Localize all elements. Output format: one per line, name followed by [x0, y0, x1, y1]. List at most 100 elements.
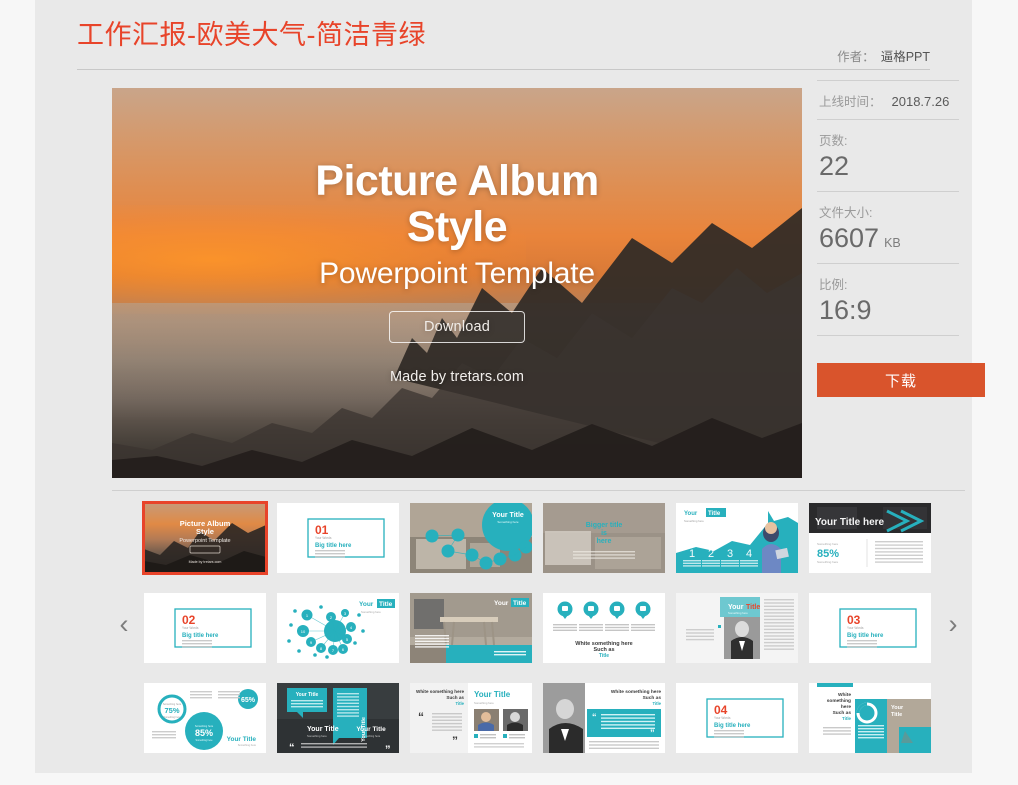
svg-text:Title: Title: [599, 653, 609, 659]
svg-text:Something here: Something here: [497, 520, 519, 524]
author-info: 作者： 逼格PPT: [837, 46, 930, 65]
slide-two-portraits-quote[interactable]: White something here Such as Title “ ” Y…: [410, 683, 532, 753]
svg-text:02: 02: [182, 613, 196, 627]
svg-text:Made by tretars.com: Made by tretars.com: [189, 560, 222, 564]
svg-text:“: “: [592, 712, 597, 722]
svg-text:85%: 85%: [817, 548, 839, 560]
hero-title-line1: Picture Album: [315, 157, 599, 205]
slide-section-02[interactable]: 02 Your Words Big title here: [144, 593, 266, 663]
svg-text:Title: Title: [455, 701, 464, 706]
slide-donut-interior[interactable]: White something here Such as Title Your …: [809, 683, 931, 753]
svg-text:Your Words: Your Words: [714, 716, 731, 720]
aspect-ratio-label: 比例:: [819, 278, 848, 293]
svg-text:Your Words: Your Words: [315, 536, 332, 540]
slide-network-photo[interactable]: Your Title Something here: [410, 503, 532, 573]
hero-download-button[interactable]: Download: [388, 310, 526, 343]
slide-section-01[interactable]: 01 Your Words Big title here: [277, 503, 399, 573]
slide-percent-85[interactable]: Your Title here Something here 85% Somet…: [809, 503, 931, 573]
svg-text:Title: Title: [379, 601, 393, 608]
svg-text:”: ”: [452, 734, 458, 748]
file-size-unit: KB: [884, 236, 901, 251]
content-panel: 工作汇报-欧美大气-简洁青绿 作者： 逼格PPT Picture Album St…: [35, 0, 985, 773]
file-size-label: 文件大小:: [819, 206, 873, 221]
slide-steps-1234[interactable]: Your Title Something here 1 2 3 4: [676, 503, 798, 573]
svg-text:Something here: Something here: [361, 610, 381, 614]
svg-text:Something here: Something here: [362, 734, 381, 738]
svg-text:Title: Title: [708, 511, 721, 517]
metadata-sidebar: 上线时间： 2018.7.26 页数: 22 文件大小: 6607 KB 比例: …: [817, 80, 959, 337]
slide-section-03[interactable]: 03 Your Words Big title here: [809, 593, 931, 663]
page-count-label: 页数:: [819, 134, 848, 148]
slide-interior-photo[interactable]: Your Title: [410, 593, 532, 663]
svg-text:Something here: Something here: [728, 611, 748, 615]
slide-bigger-title-here[interactable]: Bigger title is here: [543, 503, 665, 573]
slide-four-icons[interactable]: White something here Such as Title: [543, 593, 665, 663]
carousel-prev-icon[interactable]: ‹: [112, 608, 136, 640]
svg-text:Your Title here: Your Title here: [815, 517, 885, 528]
slide-preview-image[interactable]: Picture Album Style Powerpoint Template …: [112, 88, 802, 478]
svg-text:Your Title: Your Title: [227, 736, 257, 743]
svg-text:Bigger title: Bigger title: [586, 522, 623, 529]
svg-text:White something here: White something here: [416, 689, 464, 694]
svg-text:Something here: Something here: [684, 519, 704, 523]
svg-text:Your Title: Your Title: [492, 512, 524, 519]
meta-publish-date: 上线时间： 2018.7.26: [817, 81, 959, 119]
slide-mindmap[interactable]: 1 2 3 4 5 6 7 8 9 10 Your Title Something here: [277, 593, 399, 663]
slide-portrait-teal-quote[interactable]: White something here Such as Title “ ”: [543, 683, 665, 753]
slide-dark-quote-panels[interactable]: Your Title Your Title Your Title Somethi…: [277, 683, 399, 753]
page-title: 工作汇报-欧美大气-简洁青绿: [77, 20, 426, 50]
slide-section-04[interactable]: 04 Your Words Big title here: [676, 683, 798, 753]
svg-text:Powerpoint Template: Powerpoint Template: [179, 538, 230, 544]
header-divider: [77, 69, 930, 70]
svg-text:here: here: [597, 538, 612, 545]
svg-text:Title: Title: [513, 600, 527, 607]
svg-text:Your: Your: [891, 705, 904, 711]
meta-file-size: 文件大小: 6607 KB: [817, 192, 959, 263]
svg-text:75%: 75%: [164, 706, 179, 715]
svg-text:White something here: White something here: [611, 689, 661, 695]
slide-cover-picture-album[interactable]: Picture Album Style Powerpoint Template …: [142, 501, 268, 575]
author-name: 逼格PPT: [880, 50, 930, 64]
thumbnail-grid: Picture Album Style Powerpoint Template …: [142, 501, 934, 753]
download-button[interactable]: 下载: [817, 363, 985, 397]
svg-text:“: “: [289, 742, 295, 753]
svg-text:something: something: [827, 698, 851, 704]
page-header: 工作汇报-欧美大气-简洁青绿 作者： 逼格PPT: [77, 18, 930, 64]
meta-aspect-ratio: 比例: 16:9: [817, 264, 959, 335]
svg-text:Your Title: Your Title: [307, 726, 339, 733]
svg-text:Your: Your: [494, 600, 509, 607]
publish-date-label: 上线时间：: [819, 95, 882, 109]
thumbnail-divider: [112, 490, 965, 491]
svg-text:Your: Your: [359, 601, 374, 608]
svg-text:Your: Your: [728, 604, 744, 611]
svg-text:Something here: Something here: [164, 716, 182, 719]
thumbnail-carousel: ‹ › Picture Album Style Powerpoint Templ…: [112, 500, 965, 760]
page-count-value: 22: [819, 151, 850, 181]
svg-text:04: 04: [714, 703, 728, 717]
svg-text:Something here: Something here: [817, 542, 839, 546]
carousel-next-icon[interactable]: ›: [941, 608, 965, 640]
meta-page-count: 页数: 22: [817, 120, 959, 191]
meta-divider-5: [817, 335, 959, 337]
slide-magazine-portrait[interactable]: Your Title Something here: [676, 593, 798, 663]
svg-text:Big title here: Big title here: [315, 543, 352, 549]
svg-text:4: 4: [746, 548, 752, 560]
svg-text:Something here: Something here: [307, 734, 327, 738]
svg-text:“: “: [418, 710, 424, 724]
svg-text:”: ”: [650, 728, 655, 738]
slide-percent-circles[interactable]: Something here 75% Something here 65% So…: [144, 683, 266, 753]
svg-text:1: 1: [689, 548, 695, 560]
svg-text:Title: Title: [891, 712, 902, 718]
svg-text:Big title here: Big title here: [714, 723, 751, 729]
svg-text:2: 2: [708, 548, 714, 560]
svg-text:3: 3: [727, 548, 733, 560]
svg-text:Something here: Something here: [474, 701, 494, 705]
svg-text:”: ”: [385, 744, 391, 753]
svg-text:Style: Style: [196, 527, 214, 536]
aspect-ratio-value: 16:9: [819, 295, 872, 326]
svg-text:Something here: Something here: [196, 739, 214, 742]
svg-text:Your: Your: [684, 511, 698, 517]
svg-text:Title: Title: [746, 604, 760, 611]
svg-text:Such as: Such as: [446, 695, 464, 700]
svg-text:Something here: Something here: [238, 743, 257, 747]
